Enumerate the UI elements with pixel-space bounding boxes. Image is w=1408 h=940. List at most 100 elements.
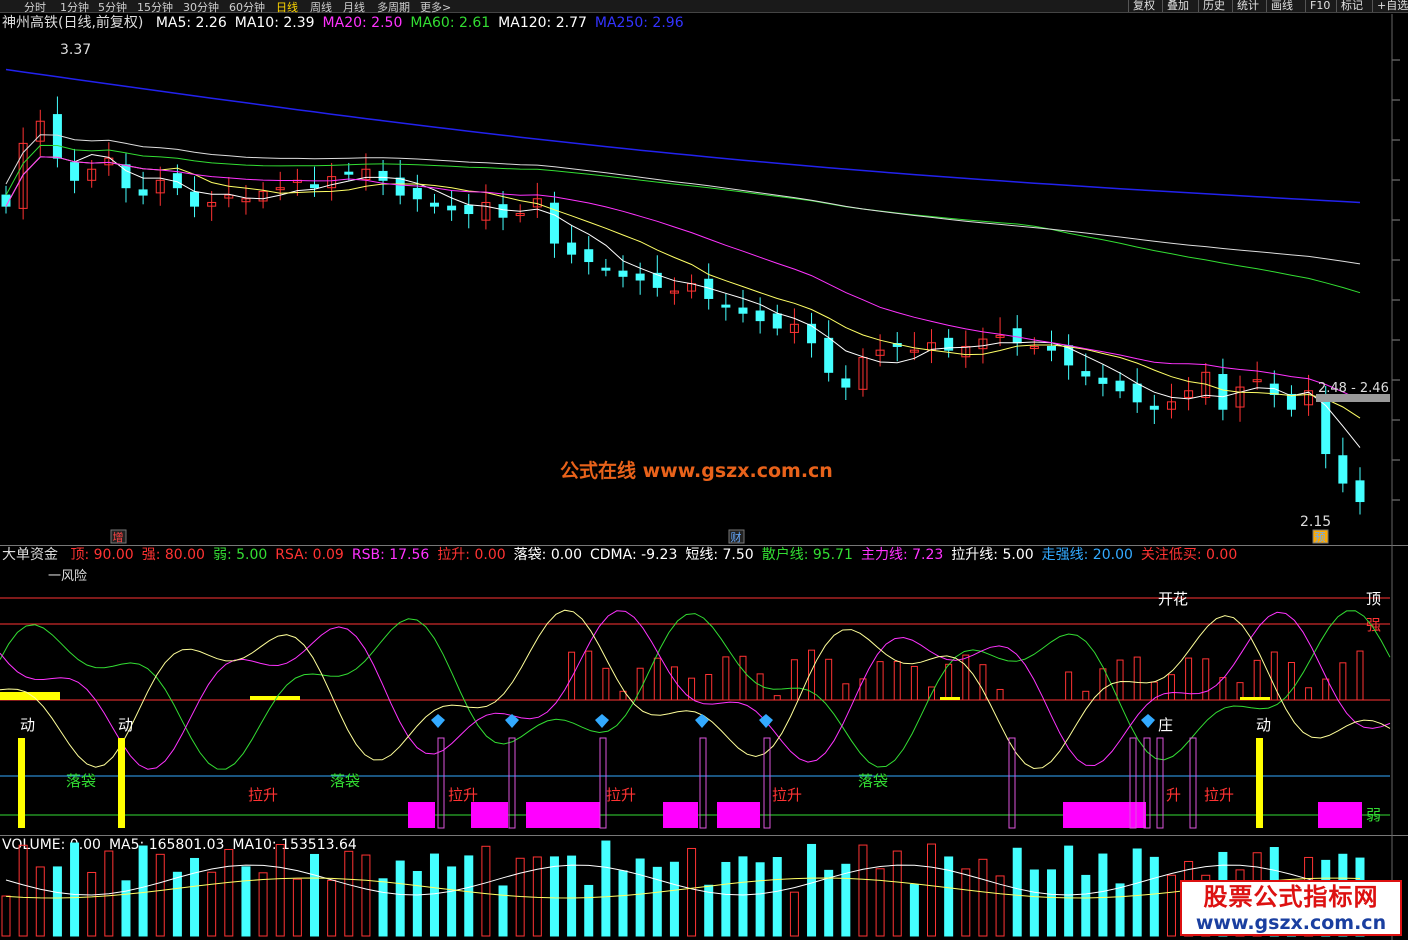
magenta-block <box>471 802 508 828</box>
annotation-label: 拉升 <box>606 786 636 804</box>
fund-bar <box>825 658 833 701</box>
watermark-text: 公式在线 www.gszx.com.cn <box>560 460 833 482</box>
fund-bar <box>1167 674 1175 701</box>
ma60-line <box>5 144 1361 294</box>
fund-bar <box>945 663 953 701</box>
fund-bar <box>739 655 747 701</box>
volume-bar <box>601 840 611 937</box>
candle-body <box>755 310 765 322</box>
fund-bar <box>568 651 576 701</box>
fund-bar <box>756 673 764 701</box>
volume-bar <box>721 861 731 937</box>
high-price-label: 3.37 <box>60 42 91 58</box>
fund-bar <box>1322 678 1330 701</box>
fund-bar <box>636 667 644 701</box>
fund-bar <box>705 673 713 701</box>
volume-bar <box>361 854 371 937</box>
volume-bar <box>549 856 559 937</box>
candle-body <box>1132 383 1142 403</box>
candle-body <box>395 177 405 196</box>
diamond-icon <box>695 714 709 728</box>
volume-bar <box>310 853 320 937</box>
volume-bar <box>618 870 628 937</box>
fund-bar <box>1099 668 1107 701</box>
candle-body <box>584 249 594 263</box>
volume-bar <box>327 879 337 937</box>
volume-bar <box>87 871 97 937</box>
volume-bar <box>772 857 782 937</box>
annotation-label: 拉升 <box>248 786 278 804</box>
volume-bar <box>35 866 45 937</box>
volume-bar <box>1115 883 1125 937</box>
diamond-icon <box>1141 714 1155 728</box>
volume-bar <box>927 843 937 937</box>
volume-bar <box>669 861 679 937</box>
annotation-label: 拉升 <box>448 786 478 804</box>
candle-body <box>1046 345 1056 351</box>
volume-bar <box>1149 856 1159 937</box>
annotation-label: 升 <box>1166 786 1181 804</box>
candle-body <box>464 204 474 215</box>
volume-bar <box>807 843 817 937</box>
candle-body <box>1064 345 1074 366</box>
candle-body <box>1098 377 1108 384</box>
candle-body <box>567 242 577 255</box>
volume-bar <box>858 844 868 937</box>
volume-bar <box>567 855 577 937</box>
volume-bar <box>1081 874 1091 937</box>
diamond-icon <box>505 714 519 728</box>
volume-bar <box>635 858 645 937</box>
annotation-label: 动 <box>1256 716 1271 734</box>
candle-body <box>824 337 834 373</box>
fund-bar <box>1356 650 1364 701</box>
magenta-block <box>663 802 698 828</box>
fund-bar <box>773 695 781 701</box>
price-tag-label: 2.48 - 2.46 <box>1318 381 1389 396</box>
volume-bar <box>464 855 474 937</box>
fund-bar <box>996 688 1004 701</box>
yellow-fund-bar <box>940 697 960 700</box>
candle-body <box>498 204 508 218</box>
candle-body <box>412 187 422 200</box>
volume-bar <box>1098 853 1108 937</box>
ma20-line <box>5 156 1361 401</box>
volume-bar <box>258 872 268 937</box>
level-label: 顶 <box>1366 590 1381 608</box>
ma5-line <box>5 153 1361 448</box>
annotation-label: 落袋 <box>858 772 888 790</box>
volume-bar <box>395 860 405 937</box>
candle-body <box>70 162 80 181</box>
fund-bar <box>790 659 798 701</box>
volume-bar <box>275 843 285 937</box>
fund-bar <box>962 654 970 701</box>
candle-body <box>447 205 457 211</box>
volume-bar <box>1012 847 1022 937</box>
volume-bar <box>1029 869 1039 937</box>
magenta-block <box>408 802 435 828</box>
volume-bar <box>584 884 594 937</box>
volume-bar <box>1132 848 1142 937</box>
annotation-label: 庄 <box>1158 716 1173 734</box>
volume-bar <box>172 871 182 937</box>
fund-bar <box>893 660 901 701</box>
diamond-icon <box>431 714 445 728</box>
level-label: 弱 <box>1366 806 1381 824</box>
volume-bar <box>1046 869 1056 937</box>
candle-body <box>618 270 628 277</box>
volume-bar <box>875 868 885 937</box>
fund-bar <box>1133 656 1141 701</box>
candle-body <box>1218 374 1228 410</box>
volume-bar <box>498 885 508 937</box>
annotation-label: 拉升 <box>772 786 802 804</box>
magenta-block <box>526 802 600 828</box>
risk-label: 一风险 <box>48 569 87 584</box>
fund-bar <box>859 678 867 701</box>
volume-bar <box>292 878 302 937</box>
fund-bar <box>602 667 610 701</box>
candle-body <box>1081 371 1091 377</box>
volume-bar <box>738 856 748 937</box>
volume-bar <box>138 845 148 937</box>
fund-bar <box>1202 658 1210 701</box>
volume-bar <box>755 862 765 937</box>
volume-bar <box>909 884 919 937</box>
